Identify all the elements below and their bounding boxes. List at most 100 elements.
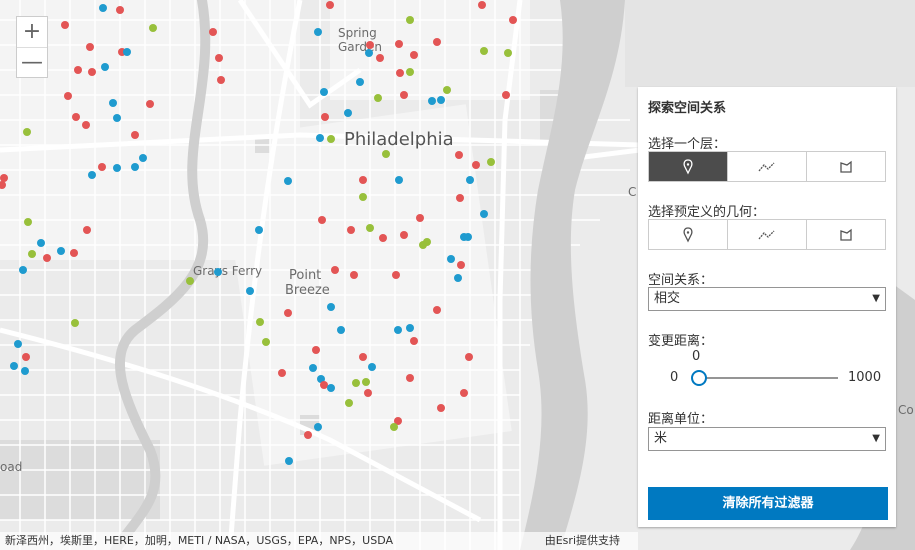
feature-point-green[interactable]: [327, 135, 335, 143]
feature-point-blue[interactable]: [284, 177, 292, 185]
feature-point-red[interactable]: [366, 41, 374, 49]
layer-polyline-button[interactable]: [727, 152, 806, 181]
feature-point-blue[interactable]: [314, 423, 322, 431]
feature-point-green[interactable]: [362, 378, 370, 386]
feature-point-blue[interactable]: [327, 384, 335, 392]
feature-point-blue[interactable]: [428, 97, 436, 105]
feature-point-blue[interactable]: [466, 176, 474, 184]
feature-point-red[interactable]: [22, 353, 30, 361]
feature-point-red[interactable]: [320, 381, 328, 389]
feature-point-blue[interactable]: [101, 63, 109, 71]
feature-point-blue[interactable]: [21, 367, 29, 375]
feature-point-blue[interactable]: [320, 88, 328, 96]
feature-point-green[interactable]: [71, 319, 79, 327]
feature-point-red[interactable]: [284, 309, 292, 317]
feature-point-blue[interactable]: [309, 364, 317, 372]
feature-point-red[interactable]: [116, 6, 124, 14]
feature-point-red[interactable]: [331, 266, 339, 274]
feature-point-green[interactable]: [443, 86, 451, 94]
feature-point-red[interactable]: [70, 249, 78, 257]
powered-by-text[interactable]: 由Esri提供支持: [545, 532, 620, 550]
feature-point-red[interactable]: [350, 271, 358, 279]
feature-point-green[interactable]: [352, 379, 360, 387]
feature-point-green[interactable]: [149, 24, 157, 32]
feature-point-green[interactable]: [24, 218, 32, 226]
feature-point-red[interactable]: [146, 100, 154, 108]
feature-point-green[interactable]: [406, 68, 414, 76]
feature-point-red[interactable]: [392, 271, 400, 279]
feature-point-blue[interactable]: [19, 266, 27, 274]
unit-select[interactable]: 米 ▼: [648, 427, 886, 451]
feature-point-red[interactable]: [457, 261, 465, 269]
feature-point-red[interactable]: [396, 69, 404, 77]
feature-point-red[interactable]: [312, 346, 320, 354]
feature-point-blue[interactable]: [368, 363, 376, 371]
feature-point-red[interactable]: [410, 337, 418, 345]
feature-point-red[interactable]: [61, 21, 69, 29]
feature-point-green[interactable]: [374, 94, 382, 102]
feature-point-blue[interactable]: [314, 28, 322, 36]
layer-polygon-button[interactable]: [806, 152, 885, 181]
feature-point-blue[interactable]: [437, 96, 445, 104]
feature-point-green[interactable]: [345, 399, 353, 407]
feature-point-green[interactable]: [28, 250, 36, 258]
feature-point-red[interactable]: [0, 174, 8, 182]
feature-point-red[interactable]: [478, 1, 486, 9]
feature-point-red[interactable]: [326, 1, 334, 9]
feature-point-red[interactable]: [433, 306, 441, 314]
feature-point-blue[interactable]: [113, 114, 121, 122]
feature-point-red[interactable]: [455, 151, 463, 159]
feature-point-red[interactable]: [209, 28, 217, 36]
feature-point-blue[interactable]: [394, 326, 402, 334]
feature-point-blue[interactable]: [316, 134, 324, 142]
feature-point-red[interactable]: [215, 54, 223, 62]
feature-point-green[interactable]: [382, 150, 390, 158]
feature-point-blue[interactable]: [327, 303, 335, 311]
feature-point-blue[interactable]: [395, 176, 403, 184]
feature-point-red[interactable]: [321, 113, 329, 121]
feature-point-blue[interactable]: [285, 457, 293, 465]
feature-point-blue[interactable]: [356, 78, 364, 86]
feature-point-red[interactable]: [376, 54, 384, 62]
feature-point-red[interactable]: [379, 234, 387, 242]
feature-point-red[interactable]: [460, 389, 468, 397]
feature-point-green[interactable]: [366, 224, 374, 232]
feature-point-red[interactable]: [347, 226, 355, 234]
feature-point-red[interactable]: [82, 121, 90, 129]
geometry-polygon-button[interactable]: [806, 220, 885, 249]
feature-point-green[interactable]: [256, 318, 264, 326]
feature-point-red[interactable]: [465, 353, 473, 361]
feature-point-red[interactable]: [88, 68, 96, 76]
feature-point-blue[interactable]: [139, 154, 147, 162]
distance-slider-track[interactable]: [700, 377, 838, 379]
feature-point-red[interactable]: [502, 91, 510, 99]
feature-point-blue[interactable]: [447, 255, 455, 263]
feature-point-green[interactable]: [359, 193, 367, 201]
feature-point-red[interactable]: [433, 38, 441, 46]
feature-point-red[interactable]: [359, 353, 367, 361]
feature-point-blue[interactable]: [365, 49, 373, 57]
feature-point-green[interactable]: [487, 158, 495, 166]
geometry-polyline-button[interactable]: [727, 220, 806, 249]
feature-point-green[interactable]: [262, 338, 270, 346]
feature-point-red[interactable]: [400, 231, 408, 239]
distance-slider-handle[interactable]: [691, 370, 707, 386]
feature-point-red[interactable]: [64, 92, 72, 100]
feature-point-green[interactable]: [419, 241, 427, 249]
feature-point-red[interactable]: [98, 163, 106, 171]
feature-point-red[interactable]: [472, 161, 480, 169]
feature-point-red[interactable]: [43, 254, 51, 262]
feature-point-blue[interactable]: [113, 164, 121, 172]
feature-point-red[interactable]: [359, 176, 367, 184]
feature-point-red[interactable]: [217, 76, 225, 84]
feature-point-green[interactable]: [390, 423, 398, 431]
feature-point-red[interactable]: [131, 131, 139, 139]
relation-select[interactable]: 相交 ▼: [648, 287, 886, 311]
feature-point-blue[interactable]: [99, 4, 107, 12]
feature-point-red[interactable]: [86, 43, 94, 51]
feature-point-red[interactable]: [400, 91, 408, 99]
layer-point-button[interactable]: [649, 152, 727, 181]
feature-point-blue[interactable]: [37, 239, 45, 247]
feature-point-green[interactable]: [406, 16, 414, 24]
feature-point-red[interactable]: [456, 194, 464, 202]
